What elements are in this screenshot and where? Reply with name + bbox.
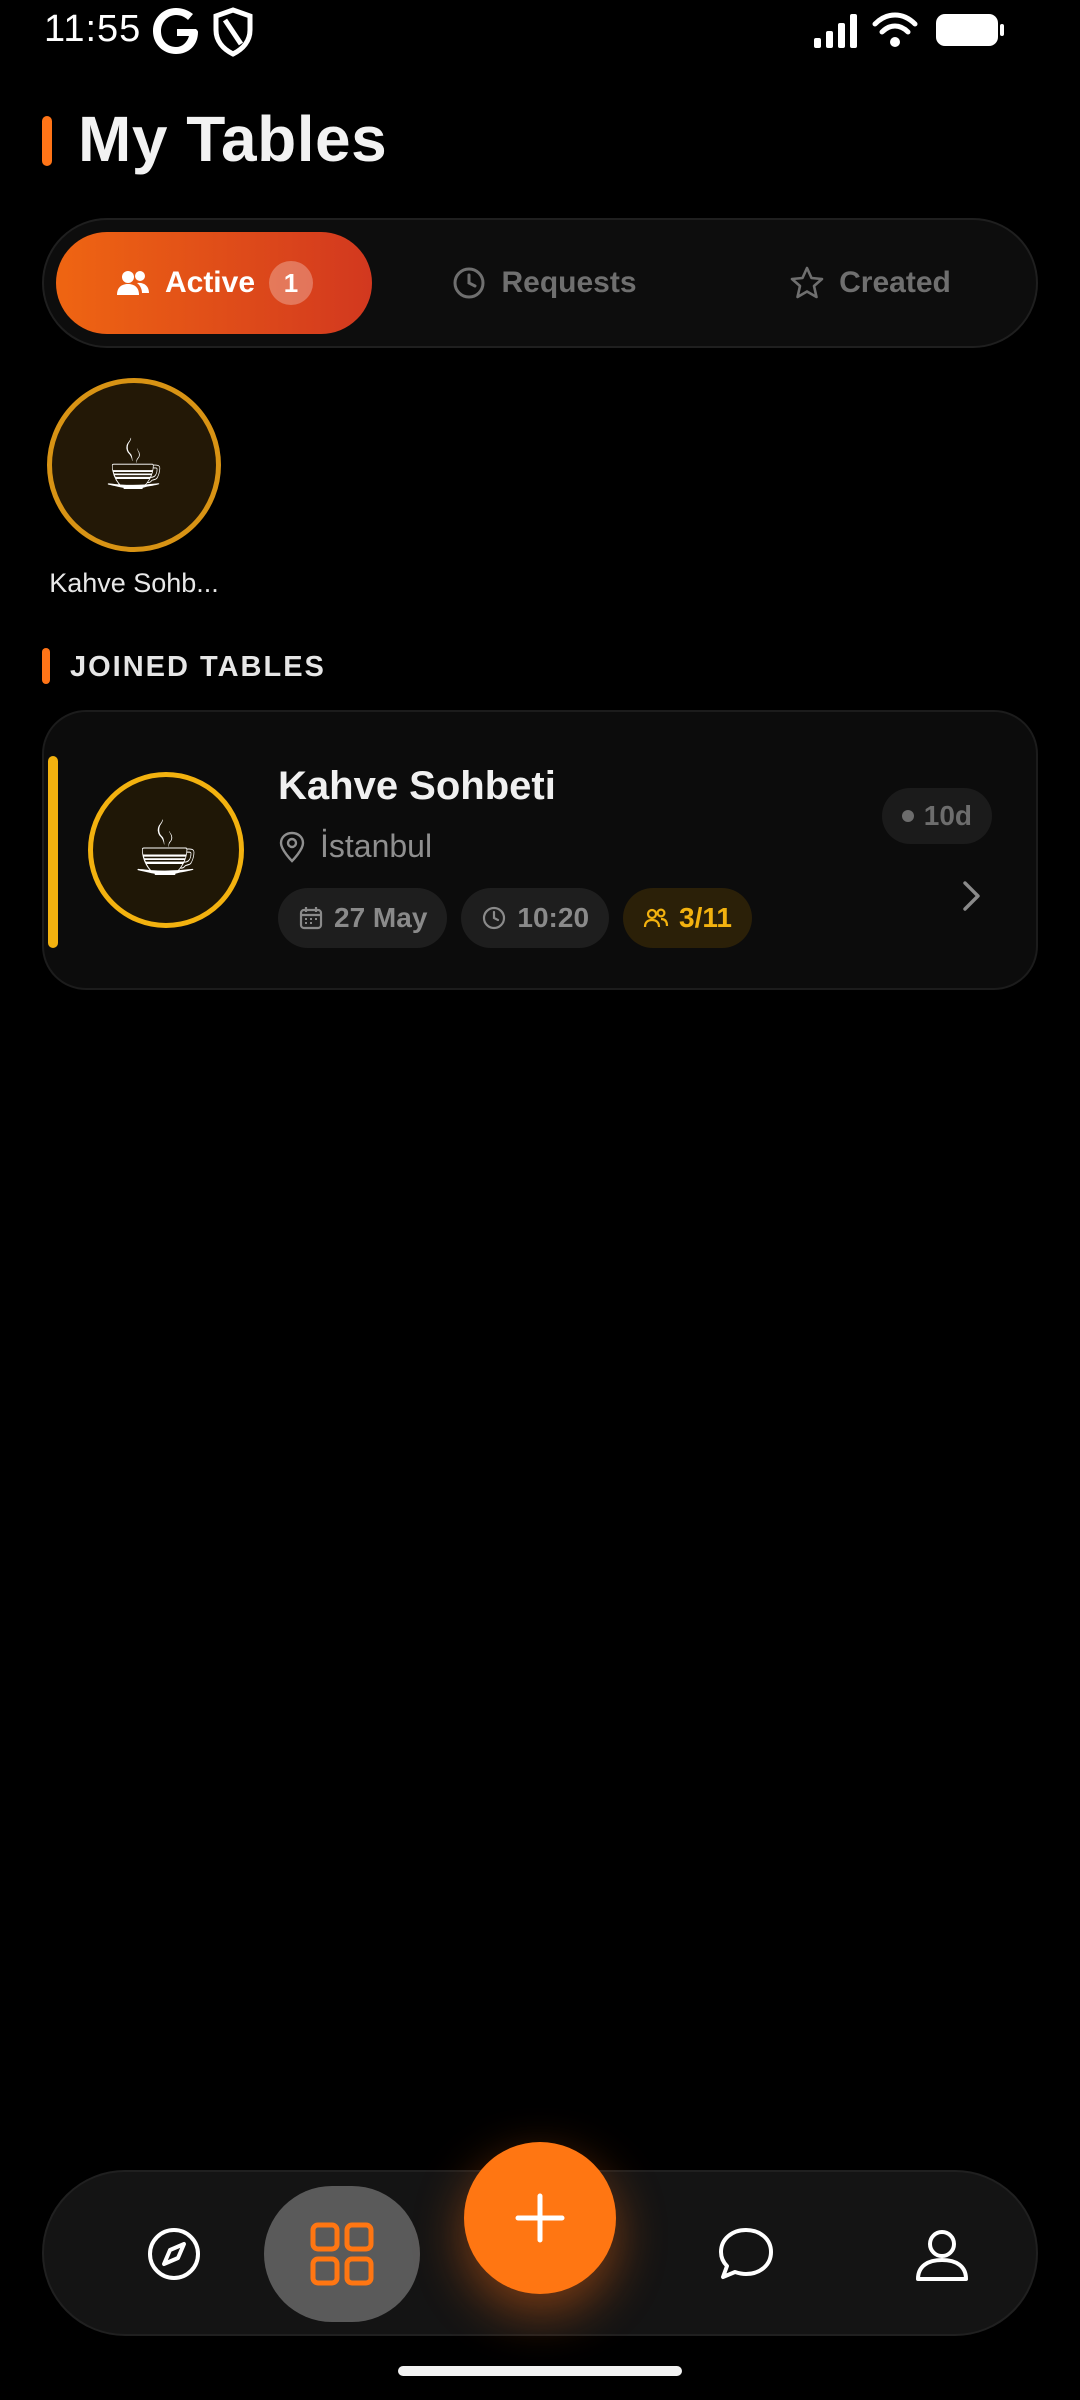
table-chips: 27 May 10:20 3/11: [278, 888, 752, 948]
tab-active-label: Active: [164, 266, 256, 299]
users-icon: [643, 908, 669, 928]
tab-bar: Active 1 Requests Created: [42, 218, 1038, 348]
table-location-text: İstanbul: [320, 828, 433, 864]
nav-profile-button[interactable]: [864, 2186, 1020, 2322]
tab-requests-label: Requests: [501, 266, 637, 299]
time-left-badge: 10d: [881, 788, 992, 844]
coffee-emoji-icon: ☕: [131, 807, 201, 892]
status-time: 11:55: [44, 8, 142, 50]
status-dot: [901, 810, 914, 822]
users-icon: [116, 271, 149, 295]
card-accent-strip: [48, 756, 58, 948]
signal-icon: [814, 14, 857, 48]
create-table-button[interactable]: [464, 2142, 616, 2294]
nav-explore-button[interactable]: [96, 2186, 252, 2322]
wifi-icon: [872, 12, 918, 47]
tab-created[interactable]: Created: [710, 232, 1030, 334]
grid-icon: [310, 2222, 374, 2286]
table-title: Kahve Sohbeti: [278, 764, 556, 808]
clock-icon: [453, 267, 485, 299]
google-icon: [153, 8, 198, 54]
table-card[interactable]: ☕ Kahve Sohbeti İstanbul 27 May 10:20 3/…: [42, 710, 1038, 990]
home-indicator[interactable]: [398, 2366, 682, 2376]
table-avatar: ☕: [88, 772, 244, 928]
section-title: JOINED TABLES: [70, 651, 326, 683]
members-chip: 3/11: [623, 888, 752, 948]
chat-icon: [719, 2228, 773, 2279]
status-bar: 11:55: [0, 0, 1080, 64]
shield-icon: [213, 7, 253, 57]
calendar-icon: [299, 907, 323, 930]
tab-created-label: Created: [839, 266, 951, 299]
clock-icon: [483, 906, 506, 930]
section-accent-bar: [42, 648, 50, 684]
tab-active-count-badge: 1: [269, 261, 314, 305]
battery-icon: [936, 14, 1004, 46]
date-chip: 27 May: [278, 888, 448, 948]
table-location: İstanbul: [278, 828, 432, 865]
time-chip-text: 10:20: [517, 902, 590, 933]
compass-icon: [148, 2228, 200, 2280]
time-left-text: 10d: [923, 800, 972, 831]
page-title: My Tables: [78, 103, 388, 175]
location-pin-icon: [279, 831, 305, 863]
date-chip-text: 27 May: [334, 902, 428, 933]
star-icon: [790, 266, 824, 299]
tab-requests[interactable]: Requests: [384, 232, 704, 334]
tab-active[interactable]: Active 1: [56, 232, 372, 334]
story-label: Kahve Sohb...: [49, 568, 219, 598]
coffee-emoji-icon: ☕: [102, 426, 166, 504]
nav-chat-button[interactable]: [668, 2186, 824, 2322]
members-chip-text: 3/11: [679, 902, 732, 933]
time-chip: 10:20: [461, 888, 610, 948]
title-accent-bar: [42, 116, 52, 166]
story-avatar: ☕: [47, 378, 221, 552]
plus-icon: [515, 2193, 565, 2243]
chevron-right-icon: [963, 881, 980, 911]
profile-icon: [916, 2230, 968, 2281]
nav-my-tables-button[interactable]: [264, 2186, 420, 2322]
